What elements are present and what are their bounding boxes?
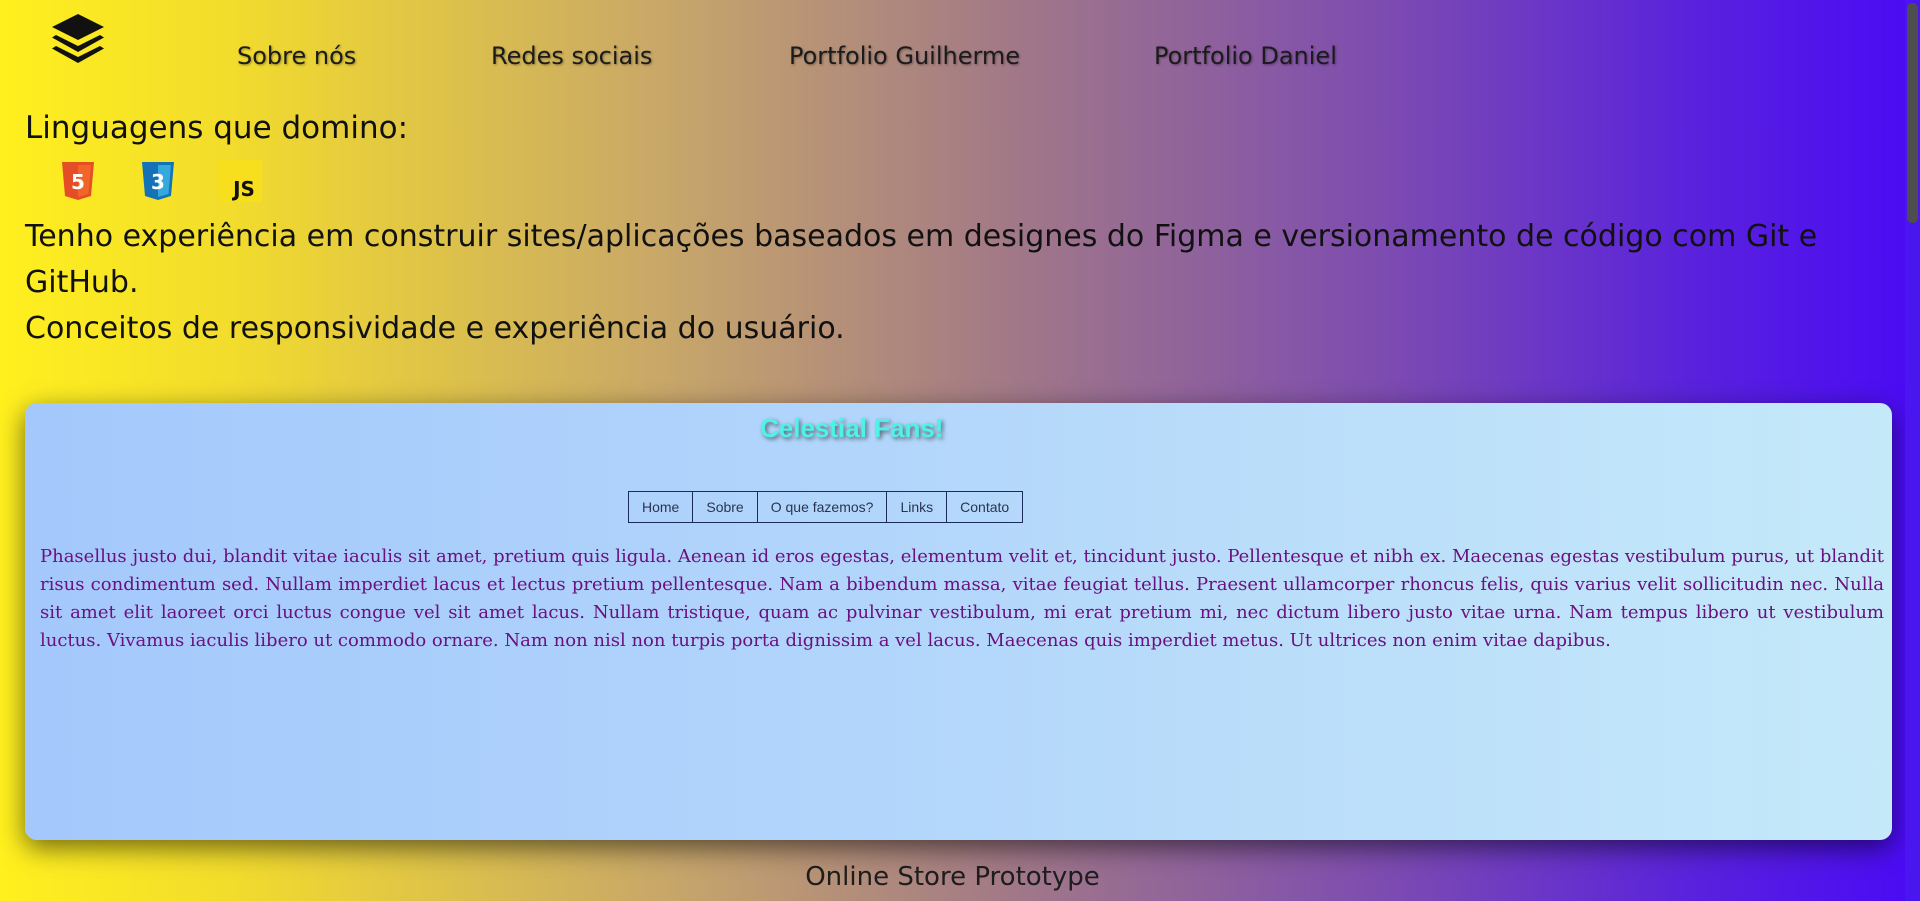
project-preview-card[interactable]: Celestial Fans! Home Sobre O que fazemos… — [25, 403, 1892, 840]
nav-link-portfolio-daniel[interactable]: Portfolio Daniel — [1154, 42, 1337, 70]
preview-body-text: Phasellus justo dui, blandit vitae iacul… — [40, 546, 1884, 651]
nav-link-portfolio-guilherme[interactable]: Portfolio Guilherme — [789, 42, 1020, 70]
css3-icon: 3 — [142, 162, 174, 200]
next-project-title: Online Store Prototype — [805, 862, 1100, 892]
javascript-icon: JS — [218, 160, 262, 202]
svg-text:3: 3 — [151, 170, 165, 194]
svg-text:JS: JS — [231, 177, 255, 201]
html5-icon: 5 — [62, 162, 94, 200]
preview-nav: Home Sobre O que fazemos? Links Contato — [628, 491, 1024, 523]
preview-nav-contato[interactable]: Contato — [947, 492, 1022, 522]
main-nav: Sobre nós Redes sociais Portfolio Guilhe… — [0, 42, 1500, 78]
nav-link-sobre-nos[interactable]: Sobre nós — [237, 42, 356, 70]
scrollbar-thumb[interactable] — [1907, 3, 1918, 223]
preview-nav-links[interactable]: Links — [887, 492, 948, 522]
experience-line-1: Tenho experiência em construir sites/apl… — [25, 219, 1818, 300]
preview-nav-o-que-fazemos[interactable]: O que fazemos? — [758, 492, 888, 522]
preview-title: Celestial Fans! — [760, 413, 944, 443]
preview-nav-sobre[interactable]: Sobre — [693, 492, 758, 522]
svg-text:5: 5 — [71, 170, 85, 194]
experience-text: Tenho experiência em construir sites/apl… — [25, 214, 1855, 352]
experience-line-2: Conceitos de responsividade e experiênci… — [25, 311, 845, 346]
preview-nav-home[interactable]: Home — [629, 492, 694, 522]
page-scrollbar[interactable] — [1905, 0, 1920, 901]
nav-link-redes-sociais[interactable]: Redes sociais — [491, 42, 652, 70]
languages-heading: Linguagens que domino: — [25, 110, 409, 146]
